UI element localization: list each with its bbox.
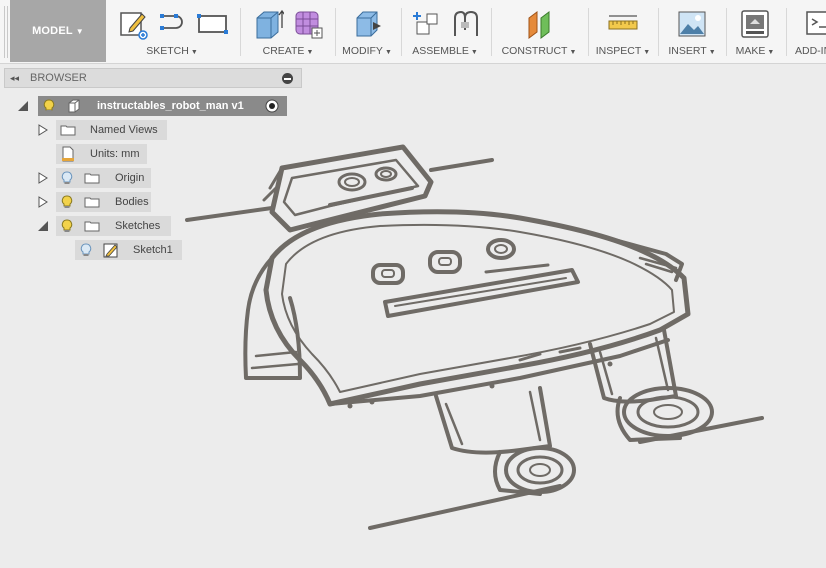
scripts-icon[interactable] bbox=[804, 8, 826, 40]
workspace-switcher-button[interactable]: MODEL ▼ bbox=[10, 0, 106, 62]
document-settings-icon bbox=[62, 146, 74, 162]
insert-menu[interactable]: INSERT ▼ bbox=[661, 45, 723, 57]
root-component-label: instructables_robot_man v1 bbox=[97, 100, 244, 112]
insert-image-icon[interactable] bbox=[676, 8, 708, 40]
units-label: Units: mm bbox=[90, 148, 140, 160]
main-toolbar: MODEL ▼ SKETCH ▼ CREATE ▼ MODIFY ▼ ASSEM… bbox=[0, 0, 826, 64]
browser-title: BROWSER bbox=[30, 72, 87, 84]
canvas-viewport[interactable] bbox=[0, 65, 826, 568]
expand-root-toggle[interactable] bbox=[18, 101, 28, 111]
toolbar-divider bbox=[240, 8, 241, 56]
bodies-label: Bodies bbox=[115, 196, 149, 208]
component-icon bbox=[68, 99, 80, 113]
toolbar-grip[interactable] bbox=[4, 6, 8, 58]
expand-sketches-toggle[interactable] bbox=[38, 221, 48, 231]
folder-icon bbox=[60, 125, 76, 136]
toolbar-divider bbox=[588, 8, 589, 56]
activate-radio-icon[interactable] bbox=[265, 99, 279, 113]
construct-group: CONSTRUCT ▼ bbox=[494, 0, 584, 62]
named-views-label: Named Views bbox=[90, 124, 158, 136]
addins-group: ADD-INS bbox=[790, 0, 826, 62]
toolbar-divider bbox=[491, 8, 492, 56]
form-sphere-icon[interactable] bbox=[292, 8, 324, 40]
browser-panel-header[interactable]: ◂◂ BROWSER bbox=[4, 68, 302, 88]
sketch-menu[interactable]: SKETCH ▼ bbox=[110, 45, 234, 57]
lightbulb-on-icon[interactable] bbox=[43, 99, 55, 113]
folder-icon bbox=[84, 221, 100, 232]
modify-menu[interactable]: MODIFY ▼ bbox=[336, 45, 398, 57]
create-sketch-icon[interactable] bbox=[116, 8, 148, 40]
fusion-window: { "toolbar": { "workspace": { "label": "… bbox=[0, 0, 826, 568]
lightbulb-off-icon[interactable] bbox=[80, 243, 92, 257]
inspect-menu[interactable]: INSPECT ▼ bbox=[591, 45, 655, 57]
offset-plane-icon[interactable] bbox=[523, 8, 555, 40]
minus-circle-icon[interactable] bbox=[282, 73, 293, 84]
sketches-label: Sketches bbox=[115, 220, 161, 232]
expand-bodies-toggle[interactable] bbox=[38, 196, 48, 208]
double-left-arrow-icon[interactable]: ◂◂ bbox=[10, 73, 24, 84]
addins-menu[interactable]: ADD-INS bbox=[790, 45, 826, 57]
folder-icon bbox=[84, 197, 100, 208]
extrude-box-icon[interactable] bbox=[252, 8, 284, 40]
sketch1-label: Sketch1 bbox=[133, 244, 173, 256]
make-group: MAKE ▼ bbox=[727, 0, 783, 62]
robot-sketch-model[interactable] bbox=[0, 65, 826, 568]
inspect-group: INSPECT ▼ bbox=[591, 0, 655, 62]
toolbar-divider bbox=[658, 8, 659, 56]
expand-origin-toggle[interactable] bbox=[38, 172, 48, 184]
3d-print-icon[interactable] bbox=[739, 8, 771, 40]
construct-menu[interactable]: CONSTRUCT ▼ bbox=[494, 45, 584, 57]
rectangle-icon[interactable] bbox=[196, 8, 228, 40]
sketch-group: SKETCH ▼ bbox=[110, 0, 234, 62]
sketch-icon bbox=[103, 243, 118, 258]
create-menu[interactable]: CREATE ▼ bbox=[243, 45, 333, 57]
joint-icon[interactable] bbox=[449, 8, 481, 40]
toolbar-divider bbox=[786, 8, 787, 56]
lightbulb-off-icon[interactable] bbox=[61, 171, 73, 185]
assemble-menu[interactable]: ASSEMBLE ▼ bbox=[404, 45, 486, 57]
new-component-icon[interactable] bbox=[409, 8, 441, 40]
workspace-label: MODEL bbox=[32, 25, 73, 37]
origin-label: Origin bbox=[115, 172, 145, 184]
press-pull-icon[interactable] bbox=[351, 8, 383, 40]
chevron-down-icon: ▼ bbox=[75, 26, 84, 36]
folder-icon bbox=[84, 173, 100, 184]
expand-named-views-toggle[interactable] bbox=[38, 124, 48, 136]
line-arc-icon[interactable] bbox=[156, 8, 188, 40]
lightbulb-on-icon[interactable] bbox=[61, 195, 73, 209]
modify-group: MODIFY ▼ bbox=[336, 0, 398, 62]
make-menu[interactable]: MAKE ▼ bbox=[727, 45, 783, 57]
assemble-group: ASSEMBLE ▼ bbox=[404, 0, 486, 62]
measure-icon[interactable] bbox=[607, 8, 639, 40]
insert-group: INSERT ▼ bbox=[661, 0, 723, 62]
lightbulb-on-icon[interactable] bbox=[61, 219, 73, 233]
create-group: CREATE ▼ bbox=[243, 0, 333, 62]
toolbar-divider bbox=[401, 8, 402, 56]
